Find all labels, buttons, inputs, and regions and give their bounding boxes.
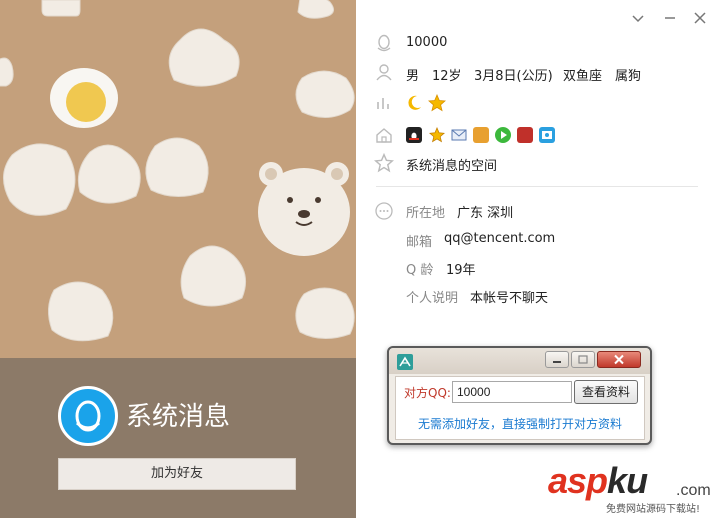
dumpling-wallpaper (0, 0, 356, 358)
detail-value-email: qq@tencent.com (444, 231, 556, 246)
nickname: 系统消息 (126, 402, 231, 432)
detail-value-description: 本帐号不聊天 (470, 291, 549, 306)
space-link[interactable]: 系统消息的空间 (406, 155, 497, 174)
minimize-icon[interactable] (660, 8, 680, 28)
video-icon[interactable] (495, 127, 511, 143)
avatar[interactable] (58, 386, 118, 446)
detail-label-email: 邮箱 (406, 235, 433, 250)
app-icon (397, 354, 413, 370)
star-icon[interactable] (429, 126, 445, 143)
dialog-body: 对方QQ: 10000 查看资料 无需添加好友，直接强制打开对方资料 (395, 376, 645, 440)
qq-number: 10000 (406, 35, 448, 50)
photo-icon[interactable] (539, 127, 555, 143)
moon-icon[interactable] (405, 94, 423, 112)
watermark-subtitle: 免费网站源码下载站! (606, 504, 701, 515)
force-view-dialog: 对方QQ: 10000 查看资料 无需添加好友，直接强制打开对方资料 (387, 346, 652, 445)
dialog-minimize-button[interactable] (545, 351, 569, 368)
star-icon[interactable] (428, 93, 446, 112)
dialog-maximize-button[interactable] (571, 351, 595, 368)
detail-label-qq-age: Q 龄 (406, 263, 434, 278)
detail-value-qq-age: 19年 (446, 263, 476, 278)
person-icon (374, 62, 394, 82)
detail-label-location: 所在地 (406, 206, 446, 221)
detail-label-description: 个人说明 (406, 291, 459, 306)
close-icon[interactable] (690, 8, 710, 28)
star-outline-icon (373, 152, 395, 173)
chevron-down-icon[interactable] (628, 8, 648, 28)
birthday: 3月8日(公历) (474, 69, 553, 84)
age: 12岁 (432, 69, 462, 84)
dialog-close-button[interactable] (597, 351, 641, 368)
view-profile-button[interactable]: 查看资料 (574, 380, 638, 404)
home-icon (374, 125, 394, 145)
profile-bottom-bar (0, 358, 356, 518)
game-icon[interactable] (517, 127, 533, 143)
profile-card: 系统消息 加为好友 (0, 0, 356, 518)
add-friend-button[interactable]: 加为好友 (58, 458, 296, 490)
penguin-outline-icon (374, 33, 394, 53)
watermark-dark: ku (607, 460, 648, 501)
zodiac: 双鱼座 (563, 69, 603, 84)
detail-value-location: 广东 深圳 (457, 206, 514, 221)
mail-icon[interactable] (451, 128, 467, 144)
dialog-note: 无需添加好友，直接强制打开对方资料 (417, 417, 622, 431)
section-divider (376, 186, 698, 187)
watermark-red: asp (548, 460, 608, 501)
peer-qq-label: 对方QQ: (404, 386, 451, 400)
pet-icon[interactable] (473, 127, 489, 143)
chinese-zodiac: 属狗 (615, 69, 642, 84)
qq-penguin-icon[interactable] (406, 127, 422, 143)
gender: 男 (406, 69, 420, 84)
level-chart-icon (374, 92, 394, 112)
watermark-domain: .com (676, 482, 711, 499)
qq-penguin-icon (75, 400, 101, 432)
dialog-titlebar[interactable] (389, 348, 650, 374)
peer-qq-input[interactable]: 10000 (452, 381, 572, 403)
watermark-logo: aspku .com 免费网站源码下载站! (548, 460, 718, 516)
more-icon (374, 201, 394, 221)
